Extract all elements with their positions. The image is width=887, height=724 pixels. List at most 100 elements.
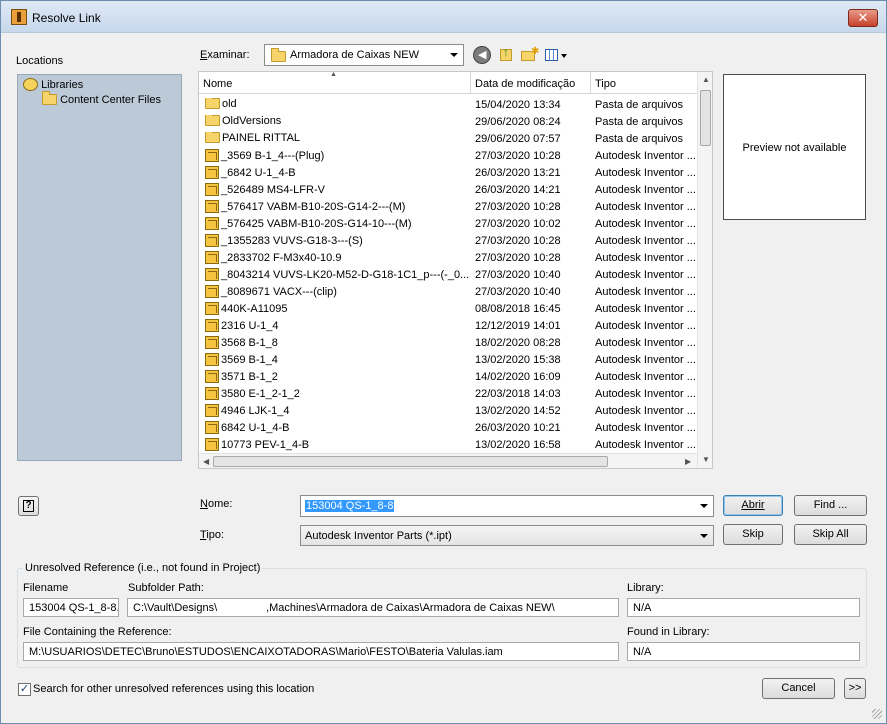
find-button[interactable]: Find ... — [794, 495, 867, 516]
scroll-left-icon[interactable]: ◀ — [203, 457, 209, 466]
file-name-cell: PAINEL RITTAL — [205, 132, 470, 144]
back-icon[interactable]: ◀ — [473, 46, 491, 64]
tipo-combo[interactable]: Autodesk Inventor Parts (*.ipt) — [300, 525, 714, 546]
containing-field: M:\USUARIOS\DETEC\Bruno\ESTUDOS\ENCAIXOT… — [23, 642, 619, 661]
file-name-cell: _526489 MS4-LFR-V — [205, 183, 470, 196]
preview-text: Preview not available — [742, 142, 847, 154]
skip-all-button[interactable]: Skip All — [794, 524, 867, 545]
file-name-cell: 4946 LJK-1_4 — [205, 404, 470, 417]
file-type: Autodesk Inventor ... — [595, 422, 696, 434]
file-name: old — [222, 98, 237, 110]
inventor-part-icon — [205, 421, 219, 434]
inventor-part-icon — [205, 166, 219, 179]
file-date: 13/02/2020 16:58 — [475, 439, 561, 451]
unresolved-reference-title: Unresolved Reference (i.e., not found in… — [23, 562, 263, 574]
close-button[interactable]: ✕ — [848, 9, 878, 27]
vertical-scroll-thumb[interactable] — [700, 90, 711, 146]
file-type: Autodesk Inventor ... — [595, 252, 696, 264]
file-name-cell: 3580 E-1_2-1_2 — [205, 387, 470, 400]
nome-label: Nome: — [200, 498, 233, 510]
file-type: Autodesk Inventor ... — [595, 201, 696, 213]
file-row[interactable]: _8043214 VUVS-LK20-M52-D-G18-1C1_p---(-_… — [199, 266, 699, 283]
file-row[interactable]: 440K-A11095 08/08/2018 16:45 Autodesk Inve… — [199, 300, 699, 317]
examinar-combo[interactable]: Armadora de Caixas NEW — [264, 44, 464, 66]
nome-value[interactable]: 153004 QS-1_8-8 — [305, 500, 395, 512]
expand-button[interactable]: >> — [844, 678, 866, 699]
chevron-down-icon[interactable] — [700, 534, 708, 538]
horizontal-scrollbar[interactable]: ◀ ▶ — [199, 453, 697, 468]
examinar-label: Examinar: — [200, 49, 250, 61]
file-name: 440K-A11095 — [221, 303, 288, 315]
column-header-type[interactable]: Tipo — [591, 72, 697, 94]
file-name: 6842 U-1_4-B — [221, 422, 290, 434]
vertical-scrollbar[interactable]: ▲ ▼ — [697, 72, 712, 468]
file-row[interactable]: _576417 VABM-B10-20S-G14-2---(M) 27/03/20… — [199, 198, 699, 215]
libraries-icon — [23, 78, 38, 91]
nome-combo[interactable]: 153004 QS-1_8-8 — [300, 495, 714, 517]
file-row[interactable]: OldVersions 29/06/2020 08:24 Pasta de arqu… — [199, 113, 699, 130]
file-name: _2833702 F-M3x40-10.9 — [221, 252, 342, 264]
abrir-button[interactable]: Abrir — [723, 495, 783, 516]
file-date: 13/02/2020 15:38 — [475, 354, 561, 366]
file-row[interactable]: 3571 B-1_2 14/02/2020 16:09 Autodesk Inven… — [199, 368, 699, 385]
scroll-right-icon[interactable]: ▶ — [685, 457, 691, 466]
inventor-part-icon — [205, 336, 219, 349]
file-type: Autodesk Inventor ... — [595, 218, 696, 230]
file-date: 22/03/2018 14:03 — [475, 388, 561, 400]
help-button[interactable]: ? — [18, 496, 39, 516]
found-library-field: N/A — [627, 642, 860, 661]
inventor-part-icon — [205, 268, 219, 281]
new-folder-icon[interactable]: ✱ — [520, 46, 539, 64]
search-other-label[interactable]: Search for other unresolved references u… — [33, 683, 314, 695]
location-libraries[interactable]: Libraries — [23, 78, 83, 91]
file-row[interactable]: 10773 PEV-1_4-B 13/02/2020 16:58 Autodesk … — [199, 436, 699, 453]
file-row[interactable]: _8089671 VACX---(clip) 27/03/2020 10:40 Au… — [199, 283, 699, 300]
inventor-part-icon — [205, 370, 219, 383]
location-label: Content Center Files — [60, 94, 161, 106]
file-name-cell: 3569 B-1_4 — [205, 353, 470, 366]
file-date: 18/02/2020 08:28 — [475, 337, 561, 349]
up-folder-icon[interactable]: ↑ — [497, 45, 515, 64]
column-header-date[interactable]: Data de modificação — [471, 72, 591, 94]
resolve-link-dialog: Resolve Link ✕ Locations Libraries Conte… — [0, 0, 887, 724]
file-row[interactable]: old 15/04/2020 13:34 Pasta de arquivos — [199, 96, 699, 113]
inventor-part-icon — [205, 404, 219, 417]
file-row[interactable]: 4946 LJK-1_4 13/02/2020 14:52 Autodesk Inv… — [199, 402, 699, 419]
file-row[interactable]: _576425 VABM-B10-20S-G14-10---(M) 27/03/2… — [199, 215, 699, 232]
file-row[interactable]: _3569 B-1_4---(Plug) 27/03/2020 10:28 Auto… — [199, 147, 699, 164]
view-menu-icon[interactable] — [544, 46, 570, 64]
file-row[interactable]: 2316 U-1_4 12/12/2019 14:01 Autodesk Inven… — [199, 317, 699, 334]
file-name: _3569 B-1_4---(Plug) — [221, 150, 325, 162]
cancel-button[interactable]: Cancel — [762, 678, 835, 699]
file-row[interactable]: 3568 B-1_8 18/02/2020 08:28 Autodesk Inven… — [199, 334, 699, 351]
skip-button[interactable]: Skip — [723, 524, 783, 545]
file-row[interactable]: _1355283 VUVS-G18-3---(S) 27/03/2020 10:2… — [199, 232, 699, 249]
file-row[interactable]: _6842 U-1_4-B 26/03/2020 13:21 Autodesk In… — [199, 164, 699, 181]
abrir-label: Abrir — [741, 499, 765, 511]
file-row[interactable]: 3569 B-1_4 13/02/2020 15:38 Autodesk Inven… — [199, 351, 699, 368]
file-name-cell: old — [205, 98, 470, 110]
scroll-down-icon[interactable]: ▼ — [702, 455, 710, 464]
file-date: 27/03/2020 10:40 — [475, 286, 561, 298]
folder-icon — [42, 91, 57, 105]
file-name-cell: _2833702 F-M3x40-10.9 — [205, 251, 470, 264]
file-row[interactable]: 6842 U-1_4-B 26/03/2020 10:21 Autodesk Inv… — [199, 419, 699, 436]
scroll-up-icon[interactable]: ▲ — [702, 75, 710, 84]
locations-panel: Libraries Content Center Files — [17, 74, 182, 461]
file-row[interactable]: PAINEL RITTAL 29/06/2020 07:57 Pasta de ar… — [199, 130, 699, 147]
chevron-down-icon[interactable] — [700, 504, 708, 508]
file-row[interactable]: _2833702 F-M3x40-10.9 27/03/2020 10:28 Aut… — [199, 249, 699, 266]
file-date: 29/06/2020 07:57 — [475, 133, 561, 145]
search-other-checkbox[interactable]: ✓ — [18, 683, 31, 696]
containing-label: File Containing the Reference: — [23, 626, 172, 638]
filename-label: Filename — [23, 582, 69, 594]
file-type: Autodesk Inventor ... — [595, 303, 696, 315]
file-type: Autodesk Inventor ... — [595, 150, 696, 162]
file-name: 3571 B-1_2 — [221, 371, 278, 383]
file-row[interactable]: _526489 MS4-LFR-V 26/03/2020 14:21 Autodes… — [199, 181, 699, 198]
file-row[interactable]: 3580 E-1_2-1_2 22/03/2018 14:03 Autodesk I… — [199, 385, 699, 402]
inventor-part-icon — [205, 319, 219, 332]
resize-grip-icon[interactable] — [872, 709, 882, 719]
location-content-center-files[interactable]: Content Center Files — [42, 91, 161, 106]
horizontal-scroll-thumb[interactable] — [213, 456, 608, 467]
